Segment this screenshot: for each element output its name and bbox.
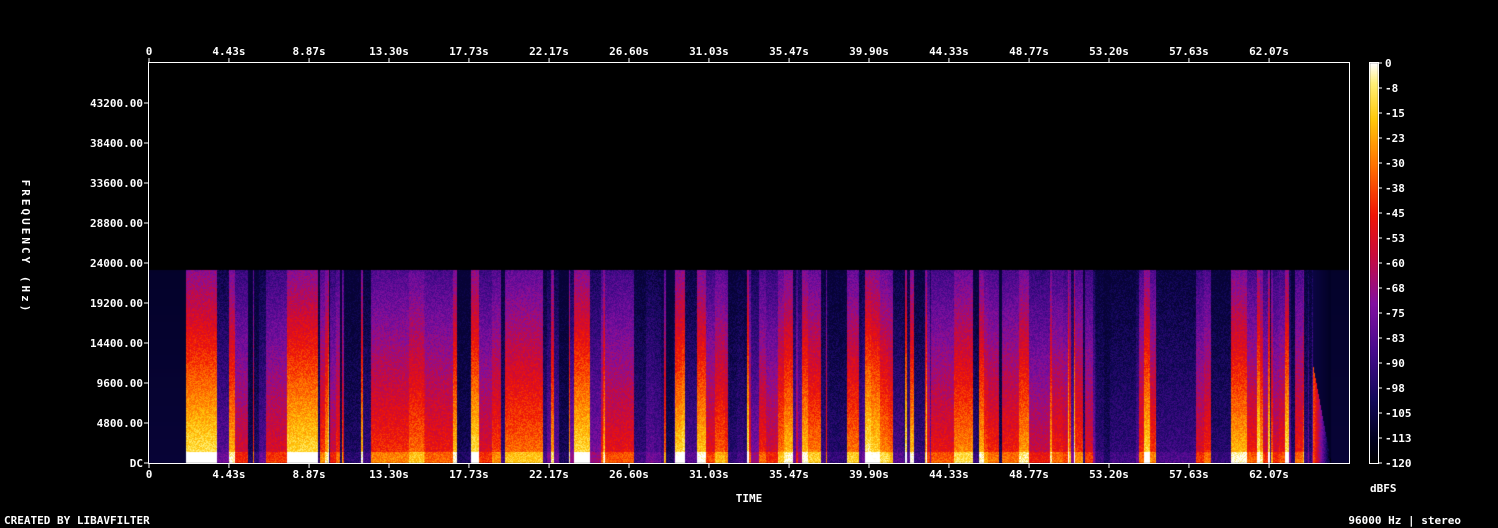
- x-tick-top-label: 35.47s: [769, 45, 809, 58]
- x-tick-top-label: 31.03s: [689, 45, 729, 58]
- colorbar-tick-label: -113: [1385, 432, 1412, 445]
- x-tick-bottom-label: 4.43s: [212, 468, 245, 481]
- x-tick-top-label: 17.73s: [449, 45, 489, 58]
- x-tick-bottom-label: 31.03s: [689, 468, 729, 481]
- x-tick-top-label: 4.43s: [212, 45, 245, 58]
- colorbar-tick-label: -68: [1385, 282, 1405, 295]
- x-tick-bottom-label: 22.17s: [529, 468, 569, 481]
- x-tick-bottom-label: 39.90s: [849, 468, 889, 481]
- x-tick-bottom-label: 57.63s: [1169, 468, 1209, 481]
- x-tick-bottom-label: 48.77s: [1009, 468, 1049, 481]
- colorbar-tick-label: -60: [1385, 257, 1405, 270]
- x-tick-bottom-label: 53.20s: [1089, 468, 1129, 481]
- x-tick-top-label: 13.30s: [369, 45, 409, 58]
- y-tick-label: 9600.00: [97, 377, 143, 390]
- colorbar-tick-label: -8: [1385, 82, 1398, 95]
- colorbar-tick-label: -53: [1385, 232, 1405, 245]
- x-tick-bottom-label: 44.33s: [929, 468, 969, 481]
- x-tick-bottom-label: 13.30s: [369, 468, 409, 481]
- y-tick-label: 4800.00: [97, 417, 143, 430]
- colorbar-label: dBFS: [1370, 482, 1397, 495]
- x-tick-top-label: 39.90s: [849, 45, 889, 58]
- x-tick-top-label: 26.60s: [609, 45, 649, 58]
- y-tick-label: 38400.00: [90, 137, 143, 150]
- x-tick-top-label: 8.87s: [292, 45, 325, 58]
- x-tick-bottom-label: 26.60s: [609, 468, 649, 481]
- x-tick-top-label: 62.07s: [1249, 45, 1289, 58]
- footer-sample-info: 96000 Hz | stereo: [1348, 514, 1461, 527]
- x-tick-top-label: 0: [146, 45, 153, 58]
- x-tick-bottom-label: 17.73s: [449, 468, 489, 481]
- y-tick-label: 24000.00: [90, 257, 143, 270]
- x-tick-top-label: 53.20s: [1089, 45, 1129, 58]
- x-tick-top-label: 57.63s: [1169, 45, 1209, 58]
- colorbar-tick-label: -15: [1385, 107, 1405, 120]
- y-tick-label: 33600.00: [90, 177, 143, 190]
- colorbar-tick-label: -30: [1385, 157, 1405, 170]
- colorbar-tick-label: 0: [1385, 57, 1392, 70]
- y-axis-label: FREQUENCY (Hz): [19, 180, 32, 315]
- x-tick-bottom-label: 8.87s: [292, 468, 325, 481]
- y-tick-label: 14400.00: [90, 337, 143, 350]
- footer-credit: CREATED BY LIBAVFILTER: [4, 514, 150, 527]
- colorbar-border: [1369, 62, 1379, 464]
- colorbar-tick-label: -45: [1385, 207, 1405, 220]
- x-tick-top-label: 48.77s: [1009, 45, 1049, 58]
- x-axis-label: TIME: [736, 492, 763, 505]
- colorbar-tick-label: -38: [1385, 182, 1405, 195]
- y-tick-label: 43200.00: [90, 97, 143, 110]
- x-tick-top-label: 44.33s: [929, 45, 969, 58]
- x-tick-top-label: 22.17s: [529, 45, 569, 58]
- colorbar-tick-label: -83: [1385, 332, 1405, 345]
- colorbar-tick-label: -120: [1385, 457, 1412, 470]
- colorbar-tick-label: -23: [1385, 132, 1405, 145]
- x-tick-bottom-label: 35.47s: [769, 468, 809, 481]
- y-tick-label: 28800.00: [90, 217, 143, 230]
- x-tick-bottom-label: 0: [146, 468, 153, 481]
- y-tick-label: DC: [130, 457, 143, 470]
- colorbar-tick-label: -98: [1385, 382, 1405, 395]
- colorbar-tick-label: -90: [1385, 357, 1405, 370]
- chart-overlay: 0 0 4.43s 4.43s 8.87s 8.87s 13.30s 13.30s 17.73s…: [19, 45, 1412, 505]
- y-tick-label: 19200.00: [90, 297, 143, 310]
- colorbar-tick-label: -105: [1385, 407, 1412, 420]
- plot-border: [148, 62, 1350, 464]
- x-tick-bottom-label: 62.07s: [1249, 468, 1289, 481]
- colorbar-tick-label: -75: [1385, 307, 1405, 320]
